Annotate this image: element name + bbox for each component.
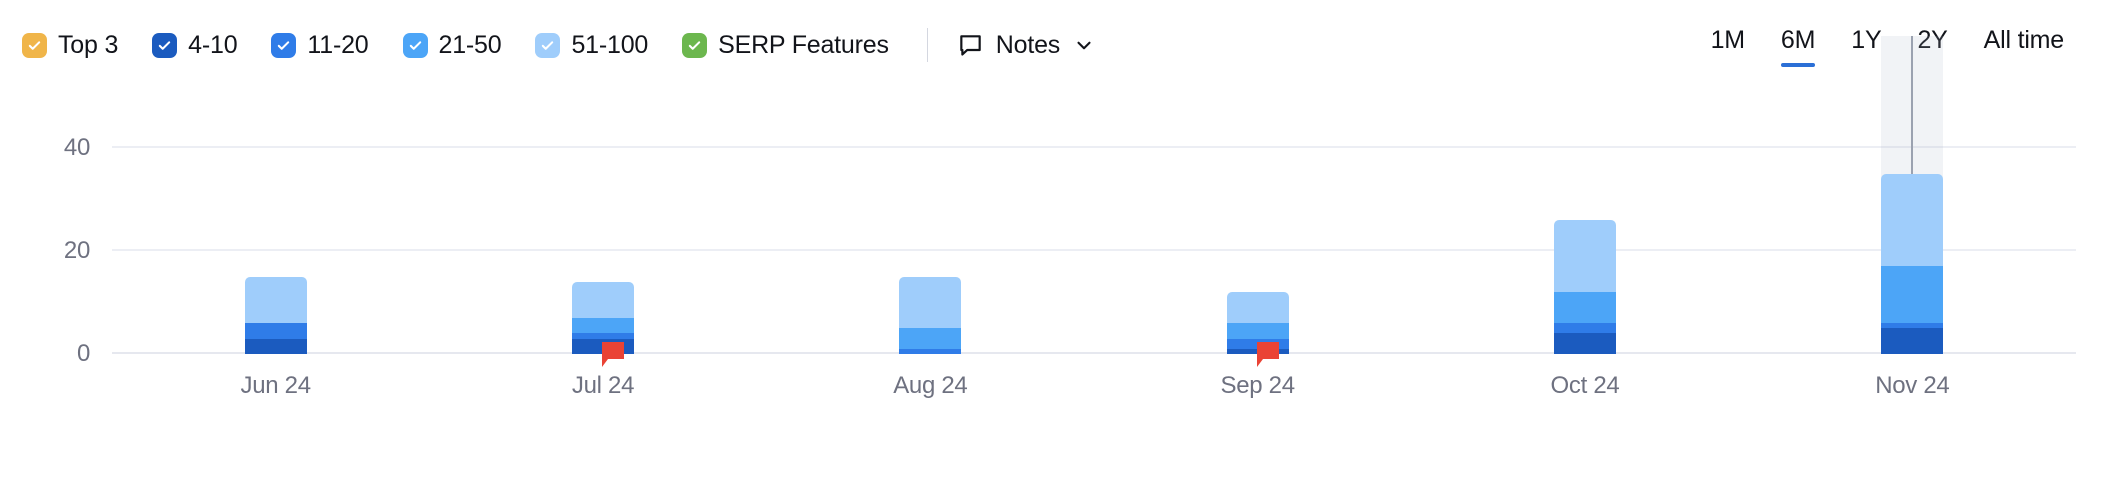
y-axis: 0 20 40 <box>0 86 112 367</box>
legend-item-serp-features[interactable]: SERP Features <box>682 30 889 59</box>
legend-item-label: 51-100 <box>571 30 649 59</box>
checkbox-checked-icon[interactable] <box>271 32 297 58</box>
notes-label: Notes <box>995 30 1061 59</box>
bar-segment <box>899 328 962 349</box>
bar-segment <box>1554 292 1616 324</box>
legend-item-label: 11-20 <box>307 30 369 59</box>
checkbox-checked-icon[interactable] <box>22 32 47 58</box>
x-axis-tick-label: Jul 24 <box>571 372 635 399</box>
checkbox-checked-icon[interactable] <box>535 32 561 58</box>
legend: Top 3 4-10 11-20 21-50 51-100 SERP Featu… <box>22 28 1095 62</box>
legend-item-21-50[interactable]: 21-50 <box>402 30 502 59</box>
time-range-selector: 1M 6M 1Y 2Y All time <box>1711 28 2074 67</box>
range-item-1m[interactable]: 1M <box>1711 28 1746 67</box>
x-axis: Jun 24 Jul 24 Aug 24 Sep 24 Oct 24 Nov 24 <box>112 372 2076 412</box>
y-axis-tick-label: 40 <box>63 133 90 161</box>
y-axis-tick-label: 20 <box>63 236 90 264</box>
chart-area: 0 20 40 Jun 24 Jul 24 Aug 24 Sep 24 Oct 24 Nov … <box>0 36 2102 500</box>
y-axis-tick-label: 0 <box>76 340 90 367</box>
bar-segment <box>244 323 307 339</box>
bar-segment <box>1881 173 1944 267</box>
range-item-2y[interactable]: 2Y <box>1917 28 1947 67</box>
range-item-all-time[interactable]: All time <box>1984 28 2065 67</box>
notes-dropdown-button[interactable]: Notes <box>958 30 1095 59</box>
x-axis-tick-label: Oct 24 <box>1550 372 1620 399</box>
chart-toolbar: Top 3 4-10 11-20 21-50 51-100 SERP Featu… <box>0 0 2102 86</box>
bar-segment <box>899 276 962 329</box>
rank-distribution-chart-widget: Top 3 4-10 11-20 21-50 51-100 SERP Featu… <box>0 0 2102 500</box>
bar-column[interactable] <box>244 86 307 354</box>
legend-item-11-20[interactable]: 11-20 <box>271 30 369 59</box>
legend-item-label: SERP Features <box>718 30 889 59</box>
checkbox-checked-icon[interactable] <box>152 32 178 58</box>
bar-segment <box>1554 220 1616 293</box>
legend-item-4-10[interactable]: 4-10 <box>152 30 238 59</box>
bar-segment <box>572 317 634 334</box>
stacked-bar[interactable] <box>1554 220 1616 354</box>
toolbar-divider <box>926 28 928 62</box>
stacked-bar[interactable] <box>899 276 962 354</box>
stacked-bar[interactable] <box>244 276 307 354</box>
bar-column[interactable] <box>899 86 962 354</box>
bar-segment <box>1881 328 1944 354</box>
bar-segment <box>1226 323 1289 339</box>
legend-item-label: 21-50 <box>438 30 502 59</box>
bar-column[interactable] <box>1881 36 1944 354</box>
bar-segment <box>1881 266 1944 324</box>
bars-layer <box>112 36 2076 367</box>
legend-item-label: Top 3 <box>58 30 119 59</box>
legend-item-51-100[interactable]: 51-100 <box>535 30 649 59</box>
bar-segment <box>1554 333 1616 354</box>
x-axis-tick-label: Sep 24 <box>1220 372 1296 399</box>
checkbox-checked-icon[interactable] <box>682 32 708 58</box>
bar-segment <box>572 281 634 318</box>
checkbox-checked-icon[interactable] <box>402 32 428 58</box>
stacked-bar[interactable] <box>1881 173 1944 354</box>
x-axis-tick-label: Nov 24 <box>1875 372 1950 399</box>
chevron-down-icon[interactable] <box>1073 34 1095 56</box>
x-axis-tick-label: Jun 24 <box>240 372 312 399</box>
bar-segment <box>1226 292 1289 324</box>
comment-bubble-icon <box>958 33 983 58</box>
bar-column[interactable] <box>1554 86 1616 354</box>
bar-segment <box>1554 323 1616 334</box>
bar-segment <box>244 338 307 354</box>
range-item-6m[interactable]: 6M <box>1780 28 1816 67</box>
note-marker-icon[interactable] <box>599 340 627 370</box>
legend-item-label: 4-10 <box>188 30 238 59</box>
bar-column[interactable] <box>572 86 634 367</box>
bar-segment <box>244 276 307 324</box>
bar-column[interactable] <box>1226 86 1289 367</box>
x-axis-tick-label: Aug 24 <box>893 372 968 399</box>
bar-segment <box>899 348 962 354</box>
legend-item-top-3[interactable]: Top 3 <box>22 30 119 59</box>
range-item-1y[interactable]: 1Y <box>1851 28 1881 67</box>
note-marker-icon[interactable] <box>1254 340 1282 370</box>
